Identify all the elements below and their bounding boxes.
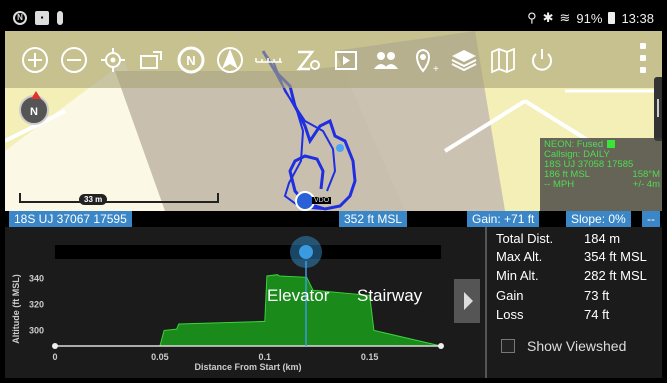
y-axis-label: Altitude (ft MSL)	[11, 274, 21, 343]
min-alt-value: 282 ft MSL	[584, 268, 647, 283]
zoom-out-icon	[61, 46, 87, 73]
annotation-stairway: Stairway	[357, 286, 423, 305]
elevation-chart: 0 0.05 0.1 0.15 300 320 340 Distance From Start…	[5, 227, 484, 378]
loss-value: 74 ft	[584, 307, 610, 322]
elevation-chart-svg: 0 0.05 0.1 0.15 300 320 340 Distance From Start…	[11, 236, 444, 372]
x-axis-label: Distance From Start (km)	[194, 362, 301, 372]
locate-button[interactable]	[95, 42, 131, 78]
total-dist-value: 184 m	[584, 231, 621, 246]
power-button[interactable]	[524, 42, 560, 78]
y-tick-label: 300	[29, 325, 44, 335]
extra-readout[interactable]: --	[642, 211, 660, 227]
north-up-button[interactable]: N	[173, 42, 209, 78]
end-marker	[438, 343, 444, 349]
loss-label: Loss	[496, 307, 524, 322]
layers-icon	[451, 49, 477, 71]
profile-slider-track[interactable]	[55, 245, 441, 259]
zoom-out-button[interactable]	[56, 42, 92, 78]
rotate-button[interactable]	[134, 42, 170, 78]
min-alt-label: Min Alt.	[496, 268, 539, 283]
annotation-elevator: Elevator	[267, 286, 330, 305]
svg-text:N: N	[186, 53, 195, 68]
status-bar: N ▪ ⚲ ✱ ≋ 91% 13:38	[5, 5, 662, 31]
zoom-in-button[interactable]	[17, 42, 53, 78]
clock: 13:38	[621, 10, 654, 26]
x-tick-label: 0.05	[151, 352, 169, 362]
route-icon	[296, 50, 320, 70]
measure-button[interactable]	[251, 42, 287, 78]
x-tick-label: 0	[52, 352, 57, 362]
profile-slider-handle[interactable]	[299, 245, 313, 259]
app-window: N ▪ ⚲ ✱ ≋ 91% 13:38 N + N 33 m VDO NEON:…	[5, 5, 662, 378]
scale-label: 33 m	[79, 194, 108, 205]
side-drawer-handle[interactable]	[654, 77, 662, 141]
max-alt-value: 354 ft MSL	[584, 249, 647, 264]
show-viewshed-toggle[interactable]: Show Viewshed	[501, 338, 626, 354]
add-waypoint-button[interactable]: +	[407, 42, 443, 78]
vdo-label: VDO	[312, 197, 332, 204]
slope-readout[interactable]: Slope: 0%	[566, 211, 631, 227]
compass-button[interactable]: N	[19, 91, 49, 125]
bluetooth-icon: ✱	[542, 10, 554, 25]
route-button[interactable]	[290, 42, 326, 78]
viewshed-label: Show Viewshed	[527, 338, 627, 354]
person-icon	[57, 11, 63, 25]
self-info-panel[interactable]: NEON: Fused Callsign: DAILY 18S UJ 37058…	[540, 138, 662, 211]
rotate-icon	[140, 50, 162, 69]
nav-icon	[217, 46, 243, 73]
more-icon[interactable]	[640, 43, 646, 73]
map-toolbar: N +	[5, 31, 662, 88]
readout-bar: 18S UJ 37067 17595 352 ft MSL Gain: +71 …	[5, 211, 662, 227]
viewshed-checkbox[interactable]	[501, 339, 515, 353]
altitude-readout[interactable]: 352 ft MSL	[339, 211, 408, 227]
map-button[interactable]	[485, 42, 521, 78]
gain-value: 73 ft	[584, 288, 610, 303]
locate-icon	[101, 47, 125, 72]
power-icon	[532, 48, 552, 71]
map-icon	[491, 47, 515, 73]
y-tick-label: 340	[29, 274, 44, 284]
grid-readout[interactable]: 18S UJ 37067 17595	[9, 211, 132, 227]
gain-label: Gain	[496, 288, 524, 303]
total-dist-label: Total Dist.	[496, 231, 554, 246]
notification-icon: N	[13, 11, 27, 25]
north-up-icon: N	[177, 46, 205, 73]
max-alt-label: Max Alt.	[496, 249, 543, 264]
elevation-profile-panel: 0 0.05 0.1 0.15 300 320 340 Distance From Start…	[5, 227, 662, 378]
contacts-button[interactable]	[368, 42, 404, 78]
svg-text:+: +	[433, 64, 439, 75]
gain-readout[interactable]: Gain: +71 ft	[467, 211, 540, 227]
video-button[interactable]	[329, 42, 365, 78]
battery-level: 91%	[576, 10, 603, 26]
location-icon: ⚲	[527, 10, 537, 25]
y-tick-label: 320	[29, 300, 44, 310]
self-accuracy: +/- 4m	[632, 179, 660, 190]
fused-indicator-icon	[607, 140, 616, 149]
add-waypoint-icon: +	[416, 48, 439, 75]
x-tick-label: 0.15	[361, 352, 379, 362]
scale-bar	[19, 193, 219, 203]
battery-icon	[608, 12, 616, 24]
map-view[interactable]: N + N 33 m VDO NEON: Fused Callsign: DAI…	[5, 31, 662, 211]
layers-button[interactable]	[446, 42, 482, 78]
wifi-icon: ≋	[559, 10, 571, 25]
x-tick-label: 0.1	[259, 352, 272, 362]
nav-button[interactable]	[212, 42, 248, 78]
start-marker	[52, 343, 58, 349]
expand-stats-button[interactable]	[454, 279, 480, 323]
zoom-in-icon	[22, 46, 48, 73]
contacts-icon	[374, 51, 398, 69]
video-icon	[335, 50, 357, 70]
self-speed: -- MPH	[544, 179, 575, 190]
measure-icon	[255, 57, 282, 63]
photo-icon: ▪	[35, 11, 49, 25]
route-stats: Total Dist. 184 m Max Alt. 354 ft MSL Min …	[485, 227, 662, 378]
